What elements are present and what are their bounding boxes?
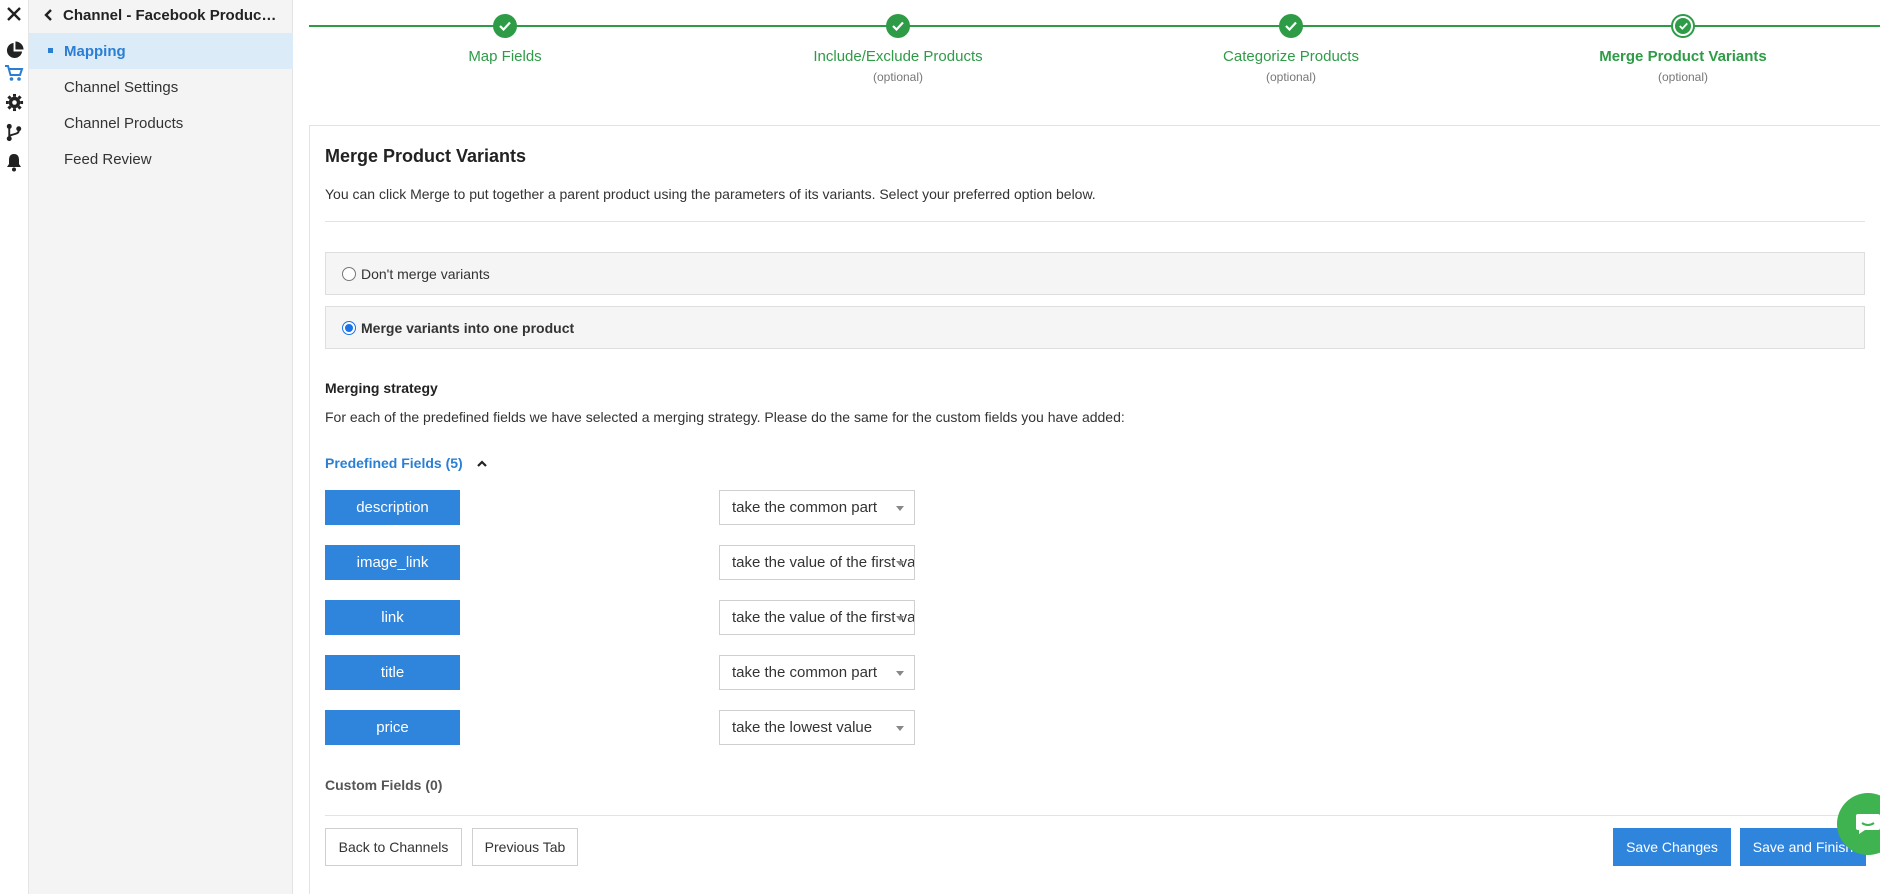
- select-value: take the common part: [732, 499, 878, 516]
- radio-button-selected[interactable]: [342, 320, 356, 335]
- custom-fields-label[interactable]: Custom Fields (0): [325, 777, 442, 793]
- icon-rail: [0, 0, 29, 894]
- field-tag-image-link: image_link: [325, 545, 460, 580]
- pie-chart-icon[interactable]: [4, 40, 24, 60]
- step-sublabel: (optional): [872, 70, 924, 84]
- predefined-fields-label: Predefined Fields (5): [325, 455, 463, 471]
- chevron-up-icon: [476, 459, 487, 467]
- radio-button[interactable]: [342, 266, 356, 281]
- save-changes-button[interactable]: Save Changes: [1613, 828, 1731, 866]
- option-label: Merge variants into one product: [361, 319, 575, 336]
- merge-variants-panel: Merge Product Variants You can click Mer…: [309, 126, 1880, 894]
- sidebar-item-label: Channel Products: [64, 114, 184, 132]
- dropdown-arrow-icon: [896, 506, 904, 511]
- step-label: Categorize Products: [1223, 48, 1359, 65]
- strategy-select-description[interactable]: take the common part: [719, 490, 915, 525]
- chevron-left-icon: [43, 9, 55, 21]
- current-step-icon: [1671, 14, 1695, 38]
- step-map-fields[interactable]: Map Fields: [375, 14, 635, 65]
- step-categorize[interactable]: Categorize Products (optional): [1161, 14, 1421, 84]
- previous-tab-button[interactable]: Previous Tab: [472, 828, 578, 866]
- field-name: image_link: [356, 554, 429, 571]
- sidebar-item-mapping[interactable]: Mapping: [29, 33, 293, 69]
- field-name: description: [356, 499, 429, 516]
- check-icon: [886, 14, 910, 38]
- field-tag-link: link: [325, 600, 460, 635]
- channel-sidebar: Channel - Facebook Produc… Mapping Chann…: [29, 0, 293, 894]
- step-merge-variants[interactable]: Merge Product Variants (optional): [1553, 14, 1813, 84]
- check-icon: [1279, 14, 1303, 38]
- merging-strategy-description: For each of the predefined fields we hav…: [325, 409, 1125, 425]
- field-name: title: [380, 664, 405, 681]
- check-icon: [493, 14, 517, 38]
- field-name: link: [381, 609, 404, 626]
- select-value: take the common part: [732, 664, 878, 681]
- predefined-fields-toggle[interactable]: Predefined Fields (5): [325, 455, 487, 471]
- sidebar-item-channel-products[interactable]: Channel Products: [29, 105, 293, 141]
- step-sublabel: (optional): [1265, 70, 1317, 84]
- select-value: take the lowest value: [732, 719, 873, 736]
- strategy-select-link[interactable]: take the value of the first variant: [719, 600, 915, 635]
- divider: [325, 221, 1865, 222]
- dropdown-arrow-icon: [896, 671, 904, 676]
- strategy-select-price[interactable]: take the lowest value: [719, 710, 915, 745]
- channel-title: Channel - Facebook Produc…: [63, 6, 277, 24]
- wizard-stepper: Map Fields Include/Exclude Products (opt…: [309, 0, 1880, 126]
- field-tag-price: price: [325, 710, 460, 745]
- divider: [325, 815, 1865, 816]
- bell-icon[interactable]: [4, 152, 24, 172]
- sidebar-item-label: Mapping: [64, 42, 126, 60]
- step-include-exclude[interactable]: Include/Exclude Products (optional): [768, 14, 1028, 84]
- field-name: price: [376, 719, 409, 736]
- field-tag-description: description: [325, 490, 460, 525]
- strategy-select-image-link[interactable]: take the value of the first variant: [719, 545, 915, 580]
- dropdown-arrow-icon: [896, 616, 904, 621]
- branch-icon[interactable]: [4, 122, 24, 142]
- merging-strategy-heading: Merging strategy: [325, 380, 438, 396]
- cart-icon[interactable]: [4, 63, 24, 83]
- step-label: Include/Exclude Products: [813, 48, 983, 65]
- close-icon[interactable]: [4, 4, 24, 24]
- option-dont-merge[interactable]: Don't merge variants: [325, 252, 1865, 295]
- active-indicator: [48, 48, 53, 53]
- step-label: Merge Product Variants: [1599, 48, 1767, 65]
- option-merge-variants[interactable]: Merge variants into one product: [325, 306, 1865, 349]
- select-value: take the value of the first variant: [732, 554, 915, 571]
- gear-icon[interactable]: [4, 92, 24, 112]
- strategy-select-title[interactable]: take the common part: [719, 655, 915, 690]
- page-title: Merge Product Variants: [325, 146, 527, 166]
- sidebar-item-label: Channel Settings: [64, 78, 179, 96]
- back-to-channels-button[interactable]: Back to Channels: [325, 828, 462, 866]
- sidebar-item-feed-review[interactable]: Feed Review: [29, 141, 293, 177]
- field-tag-title: title: [325, 655, 460, 690]
- step-label: Map Fields: [468, 48, 542, 65]
- chat-icon: [1856, 814, 1880, 834]
- sidebar-item-channel-settings[interactable]: Channel Settings: [29, 69, 293, 105]
- sidebar-item-label: Feed Review: [64, 150, 152, 168]
- dropdown-arrow-icon: [896, 561, 904, 566]
- step-sublabel: (optional): [1657, 70, 1709, 84]
- back-to-channel-link[interactable]: Channel - Facebook Produc…: [29, 0, 293, 30]
- option-label: Don't merge variants: [361, 265, 490, 282]
- dropdown-arrow-icon: [896, 726, 904, 731]
- select-value: take the value of the first variant: [732, 609, 915, 626]
- intro-text: You can click Merge to put together a pa…: [325, 186, 1096, 202]
